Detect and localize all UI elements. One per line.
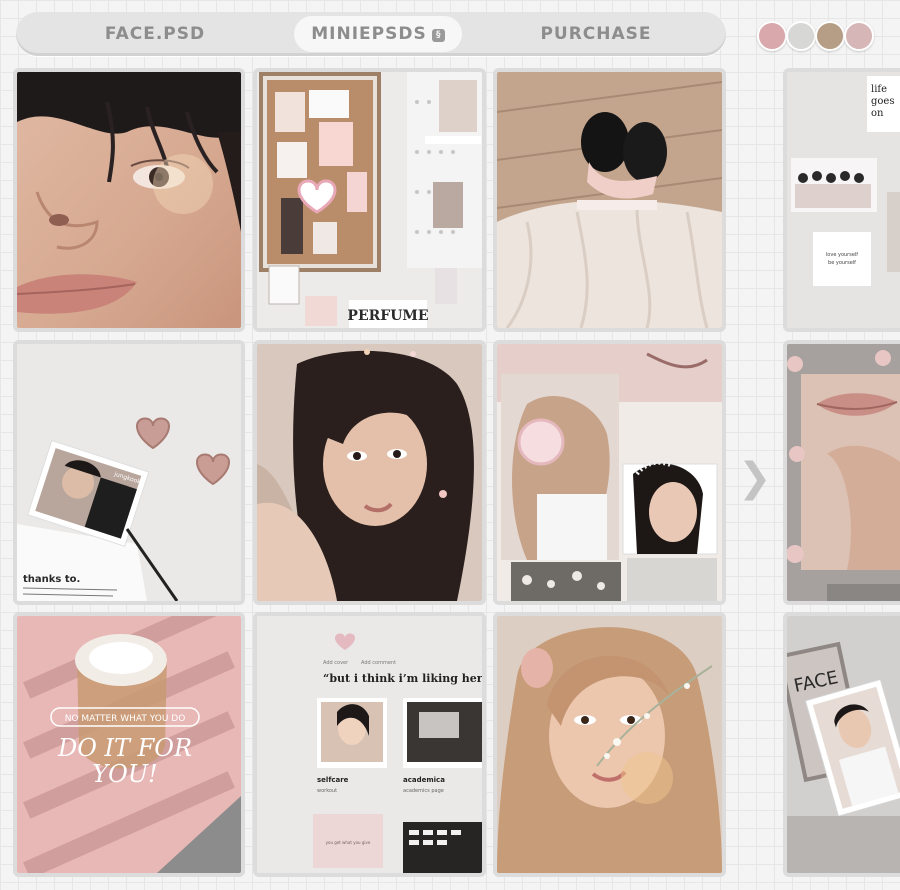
- shoes-image: [497, 72, 722, 328]
- gallery-tile-face-cards[interactable]: FACE: [783, 612, 900, 877]
- thanks-to-heading: thanks to.: [23, 574, 80, 585]
- note-line2: be yourself: [828, 260, 856, 266]
- note-line1: love yourself: [826, 252, 858, 258]
- coffee-image: NO MATTER WHAT YOU DO DO IT FOR YOU!: [17, 616, 241, 873]
- coffee-headline-line2: YOU!: [92, 760, 157, 788]
- gallery-tile-face-closeup[interactable]: [13, 68, 245, 332]
- card-selfcare-title: selfcare: [317, 776, 349, 784]
- meta-add-comment: Add comment: [361, 660, 396, 666]
- coffee-banner-text: NO MATTER WHAT YOU DO: [65, 714, 186, 724]
- nav-face-psd[interactable]: FACE.PSD: [78, 16, 232, 52]
- photocard-image: jungkook thanks to.: [17, 344, 241, 601]
- nav-purchase-label: PURCHASE: [540, 24, 652, 44]
- gallery-tile-coffee[interactable]: NO MATTER WHAT YOU DO DO IT FOR YOU!: [13, 612, 245, 877]
- nav-face-psd-label: FACE.PSD: [104, 24, 206, 44]
- nav-miniepsds-label: MINIEPSDS: [311, 24, 427, 44]
- gallery-tile-lips[interactable]: [783, 340, 900, 605]
- life-goes-on-line3: on: [871, 108, 884, 119]
- corkboard-image: PERFUME: [257, 72, 482, 328]
- perfume-text: PERFUME: [347, 308, 428, 324]
- lips-image: [787, 344, 900, 601]
- life-goes-on-line1: life: [871, 84, 887, 95]
- face-cards-image: FACE: [787, 616, 900, 873]
- gallery-tile-life-goes-on[interactable]: life goes on love yourself be yourself: [783, 68, 900, 332]
- laptop-moodboard-image: Add cover Add comment “but i think i’m l…: [257, 616, 482, 873]
- moodboard-quote: “but i think i’m liking her mor: [323, 672, 482, 685]
- gallery-tile-laptop-moodboard[interactable]: Add cover Add comment “but i think i’m l…: [253, 612, 486, 877]
- life-goes-on-image: life goes on love yourself be yourself: [787, 72, 900, 328]
- meta-add-cover: Add cover: [323, 660, 349, 666]
- face-closeup-image: [17, 72, 241, 328]
- life-goes-on-line2: goes: [871, 96, 894, 107]
- next-arrow-icon[interactable]: ❯: [738, 456, 772, 500]
- gallery-tile-collage[interactable]: [493, 340, 726, 605]
- card-academica-sub: academics page: [403, 788, 444, 794]
- navigation-bar: FACE.PSD MINIEPSDS § PURCHASE: [16, 12, 726, 56]
- nav-badge-icon: §: [431, 29, 445, 42]
- girl-portrait-image: [257, 344, 482, 601]
- gallery-tile-corkboard[interactable]: PERFUME: [253, 68, 486, 332]
- nav-purchase[interactable]: PURCHASE: [518, 16, 674, 52]
- card-selfcare-sub: workout: [317, 788, 337, 794]
- blonde-portrait-image: [497, 616, 722, 873]
- color-swatch[interactable]: [786, 21, 816, 51]
- color-swatch[interactable]: [815, 21, 845, 51]
- color-swatch[interactable]: [757, 21, 787, 51]
- color-swatch[interactable]: [844, 21, 874, 51]
- collage-image: [497, 344, 722, 601]
- moodboard-bottom-caption: you get what you give: [326, 840, 371, 845]
- gallery-tile-shoes[interactable]: [493, 68, 726, 332]
- card-academica-title: academica: [403, 776, 445, 784]
- nav-miniepsds[interactable]: MINIEPSDS §: [294, 16, 462, 52]
- gallery-tile-photocard[interactable]: jungkook thanks to.: [13, 340, 245, 605]
- gallery-tile-girl-portrait[interactable]: [253, 340, 486, 605]
- gallery-tile-blonde-portrait[interactable]: [493, 612, 726, 877]
- coffee-headline-line1: DO IT FOR: [57, 734, 192, 762]
